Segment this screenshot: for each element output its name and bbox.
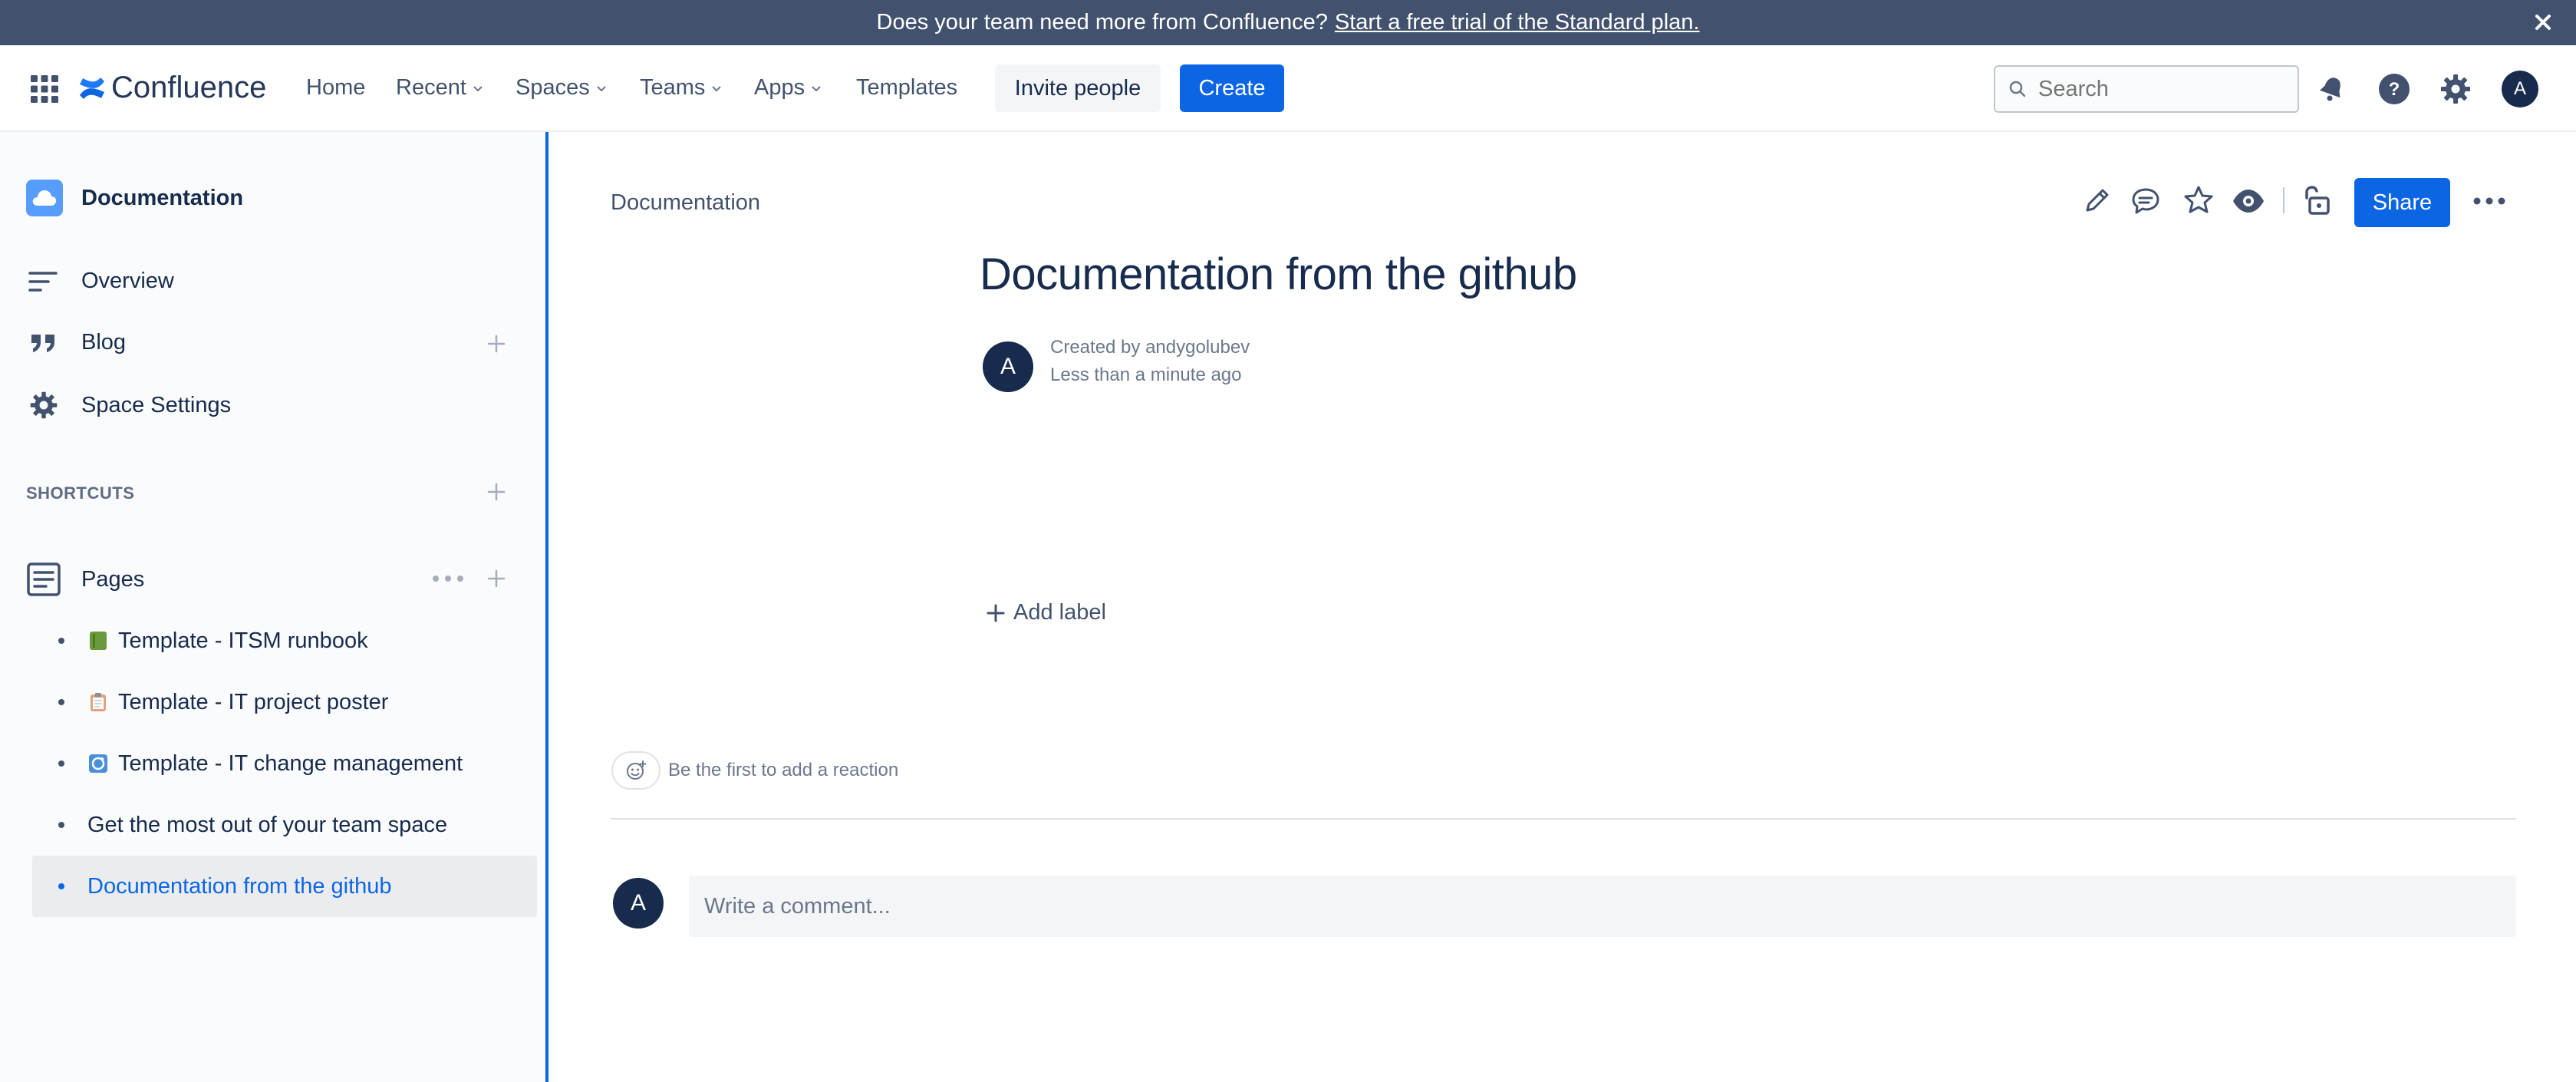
logo-text: Confluence [111,71,267,104]
nav-home-label: Home [306,75,366,100]
top-navigation: Confluence Home Recent Spaces Teams Apps… [0,45,2576,132]
bullet [58,883,64,889]
chevron-down-icon [712,85,722,91]
nav-apps-label: Apps [754,75,805,100]
promo-banner: Does your team need more from Confluence… [0,0,2576,45]
comment-icon[interactable] [2130,186,2161,216]
nav-teams-label: Teams [640,75,706,100]
settings-gear-icon[interactable] [2439,72,2472,106]
app-switcher-icon[interactable] [29,74,60,104]
search-icon [2009,81,2026,97]
add-blog-plus-icon[interactable] [486,333,507,355]
nav-spaces-label: Spaces [516,75,590,100]
space-header[interactable]: Documentation [26,180,243,216]
page-tree-item[interactable]: Template - ITSM runbook [32,610,537,671]
reaction-prompt: Be the first to add a reaction [668,760,899,780]
created-time: Less than a minute ago [1050,365,1242,385]
nav-spaces[interactable]: Spaces [516,75,608,101]
sidebar-item-overview[interactable]: Overview [28,269,174,294]
sidebar-item-blog[interactable]: Blog [28,330,126,355]
smiley-add-icon [627,760,647,780]
close-icon[interactable] [2530,9,2556,35]
star-icon[interactable] [2182,184,2215,216]
plus-icon [987,604,1005,622]
banner-text: Does your team need more from Confluence… [876,10,1328,35]
banner-trial-link[interactable]: Start a free trial of the Standard plan. [1335,10,1700,35]
bullet [58,638,64,644]
author-avatar[interactable]: A [983,341,1033,392]
sidebar-item-label: Overview [81,269,174,293]
search-input[interactable] [2038,76,2284,102]
search-box[interactable] [1994,65,2299,113]
shortcuts-heading: SHORTCUTS [26,483,135,503]
page-tree-item[interactable]: Template - IT change management [32,733,537,794]
page-tree-item[interactable]: Template - IT project poster [32,671,537,733]
chevron-down-icon [812,85,821,91]
add-shortcut-plus-icon[interactable] [486,481,507,503]
add-page-plus-icon[interactable] [486,568,507,589]
help-icon[interactable]: ? [2377,72,2411,106]
watch-eye-icon[interactable] [2232,186,2265,216]
confluence-logo-icon [80,77,104,99]
created-by-text[interactable]: Created by andygolubev [1050,337,1250,358]
nav-recent[interactable]: Recent [396,75,485,101]
page-tree-item-label: Template - IT project poster [118,689,389,714]
space-name: Documentation [81,185,244,210]
page-tree-item-label: Documentation from the github [87,873,392,899]
sidebar-item-label: Pages [81,566,145,592]
nav-home[interactable]: Home [306,75,365,101]
add-label-button[interactable]: Add label [985,600,1106,625]
space-avatar [26,180,63,216]
restrictions-unlock-icon[interactable] [2301,184,2333,216]
share-button[interactable]: Share [2354,178,2450,227]
user-avatar[interactable]: A [2502,71,2538,107]
nav-apps[interactable]: Apps [754,75,823,101]
page-title: Documentation from the github [980,249,1577,299]
comment-avatar: A [613,878,664,929]
svg-text:?: ? [2389,79,2400,100]
sidebar-item-label: Blog [81,330,127,355]
page-tree-item-label: Template - IT change management [118,750,463,776]
refresh-icon [89,754,107,773]
divider [611,818,2516,820]
breadcrumb[interactable]: Documentation [611,190,760,216]
page-tree-item-label: Get the most out of your team space [87,812,448,837]
comment-input[interactable]: Write a comment... [689,876,2516,937]
bullet [58,699,64,705]
space-sidebar: Documentation Overview Blog Space Settin… [0,132,548,1082]
more-options-icon[interactable] [2472,196,2506,206]
reactions-row: Be the first to add a reaction [611,751,898,790]
settings-gear-icon [30,391,58,419]
page-content: Documentation Share Documentation from t… [552,132,2576,1082]
page-tree-item[interactable]: Get the most out of your team space [32,794,537,856]
pages-document-icon [27,562,61,596]
edit-pencil-icon[interactable] [2081,186,2112,216]
create-button[interactable]: Create [1180,64,1284,112]
toolbar-divider [2283,187,2284,213]
nav-templates-label: Templates [856,75,958,100]
sidebar-item-pages[interactable]: Pages [26,562,144,597]
sidebar-item-label: Space Settings [81,392,232,417]
bullet [58,760,64,767]
confluence-logo[interactable]: Confluence [77,71,266,105]
nav-templates[interactable]: Templates [856,75,957,101]
chevron-down-icon [597,85,606,91]
page-tree-item-selected[interactable]: Documentation from the github [32,856,537,917]
nav-teams[interactable]: Teams [640,75,723,101]
add-label-text: Add label [1013,600,1106,625]
overview-lines-icon [28,271,58,292]
cloud-icon [32,190,57,206]
more-actions-icon[interactable] [431,572,465,585]
quote-icon [31,334,54,352]
page-tree-item-label: Template - ITSM runbook [118,628,368,653]
green-book-icon [90,632,107,650]
add-reaction-button[interactable] [611,751,660,790]
notifications-icon[interactable] [2317,73,2347,104]
invite-people-button[interactable]: Invite people [995,64,1161,112]
bullet [58,822,64,828]
sidebar-item-space-settings[interactable]: Space Settings [28,390,231,421]
clipboard-icon [91,693,106,711]
nav-recent-label: Recent [396,75,466,100]
chevron-down-icon [473,85,483,91]
